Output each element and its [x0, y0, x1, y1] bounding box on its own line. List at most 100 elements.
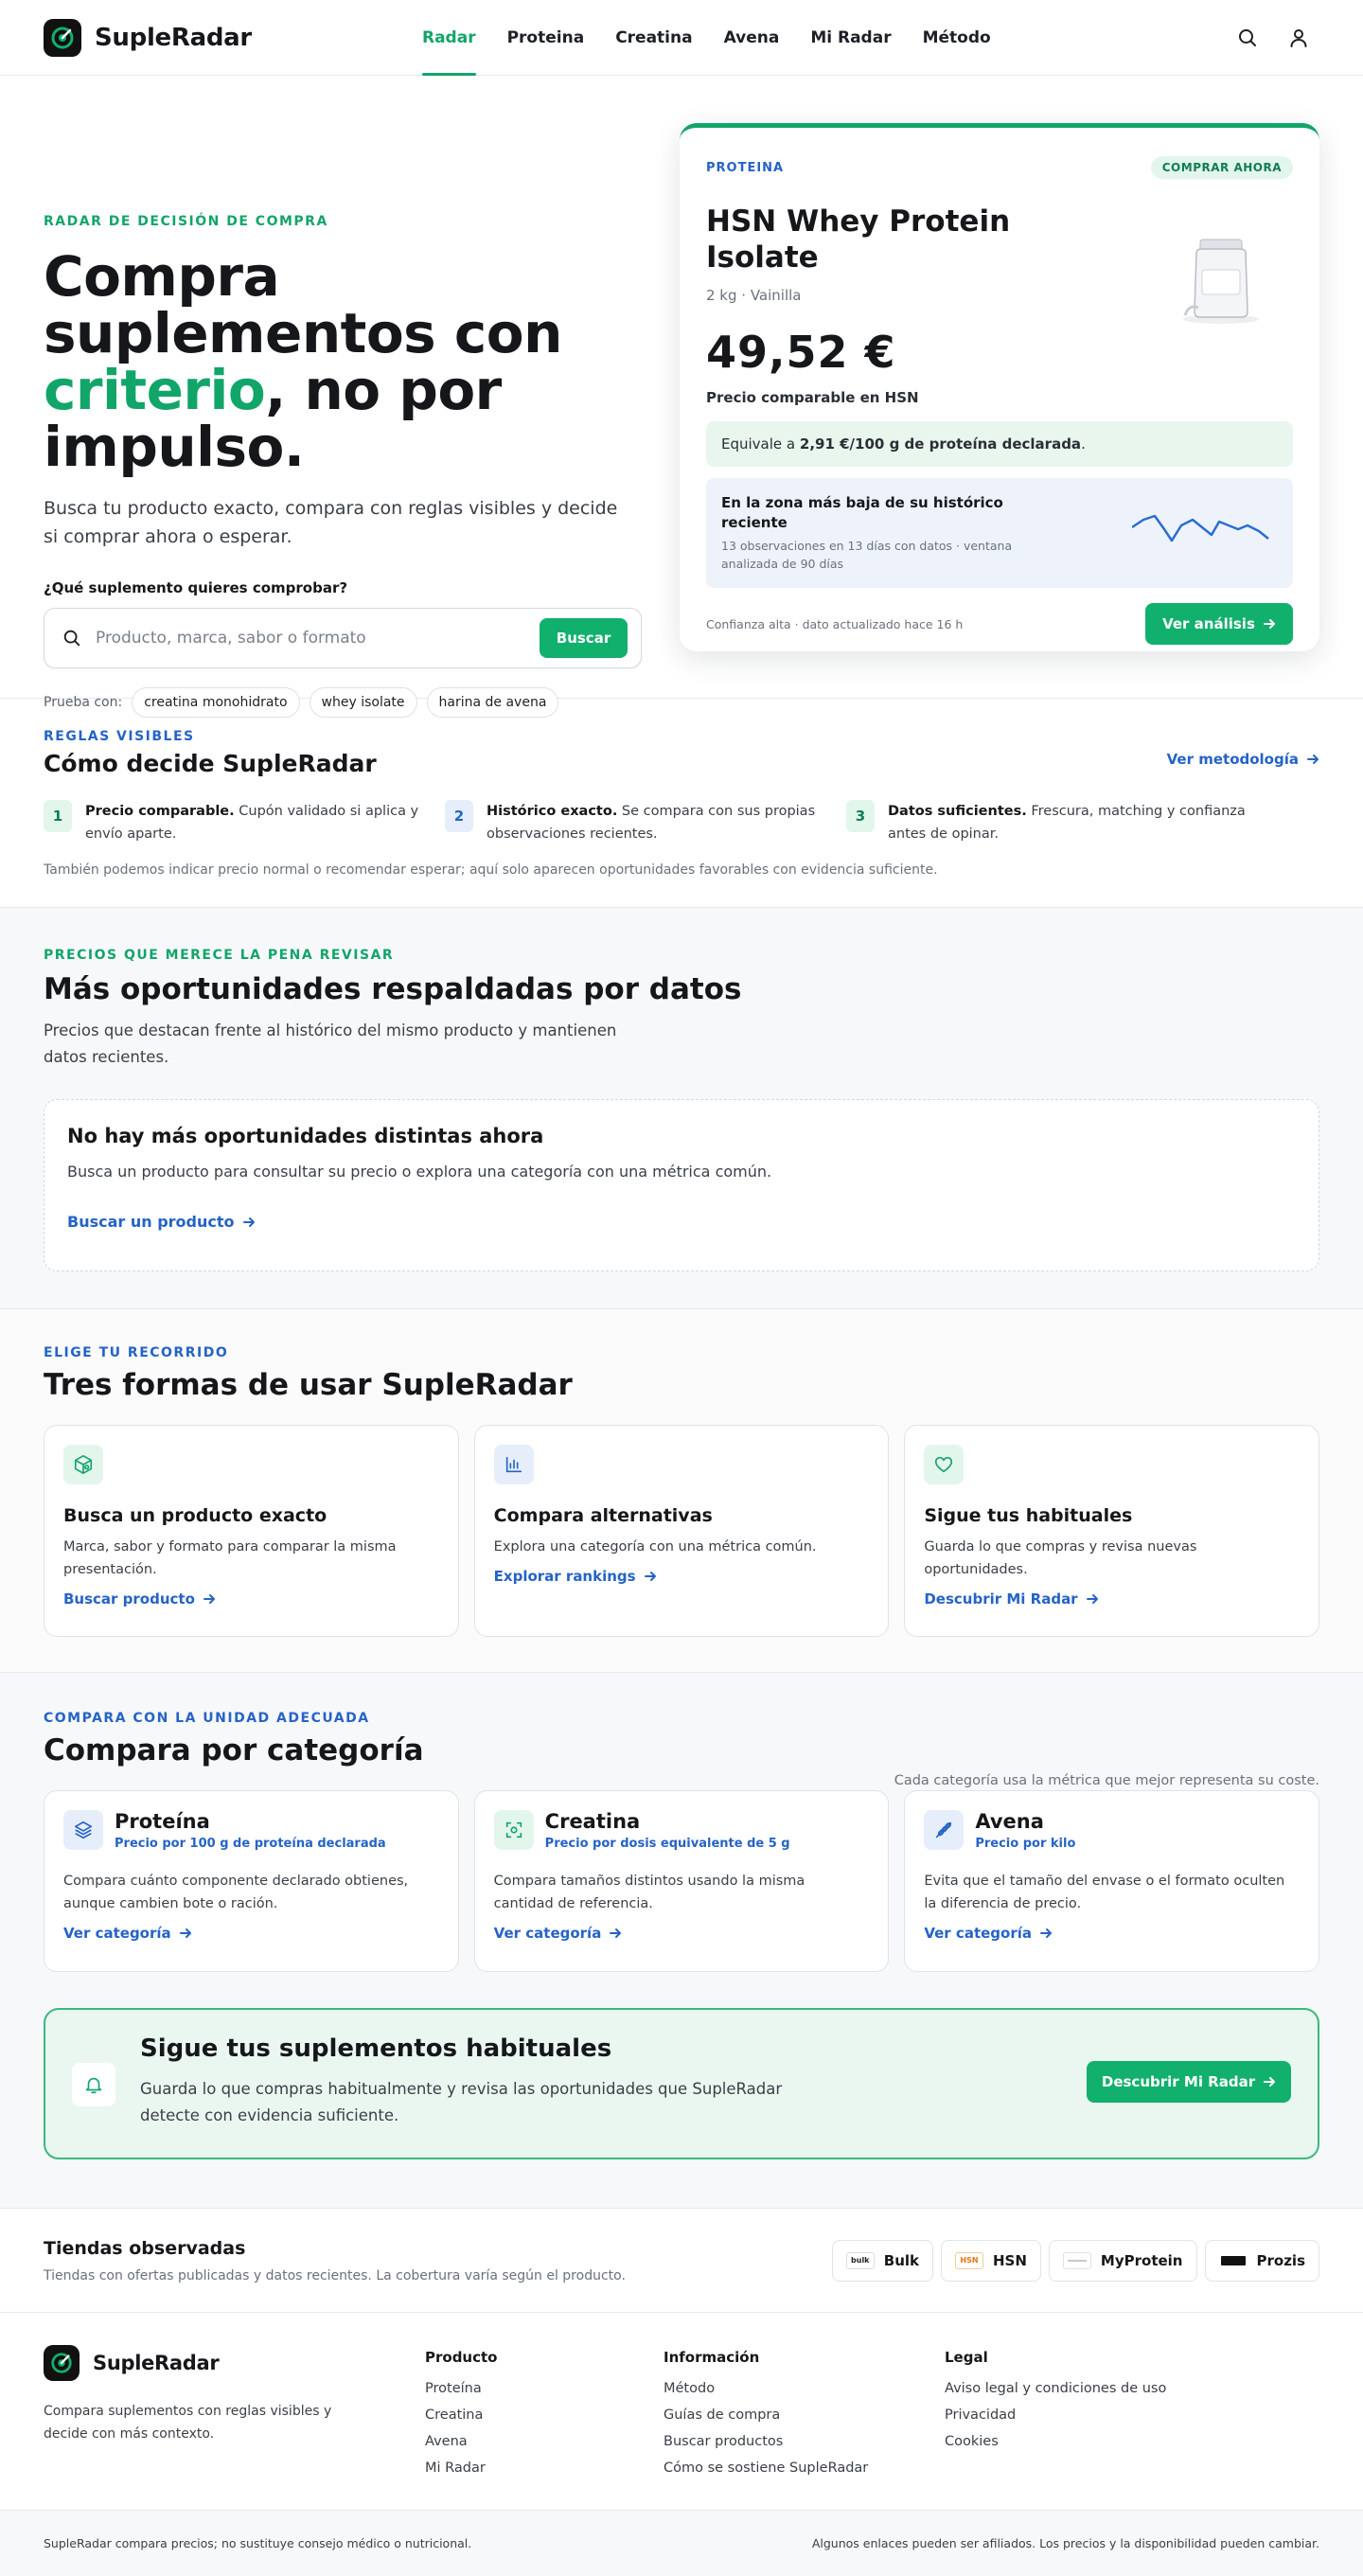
arrow-right-icon [179, 1927, 192, 1940]
arrow-right-icon [644, 1570, 657, 1583]
store-name: Prozis [1256, 2251, 1306, 2269]
nav-radar[interactable]: Radar [422, 0, 476, 76]
footer-link[interactable]: Privacidad [945, 2402, 1166, 2428]
featured-product-card: PROTEINA COMPRAR AHORA HSN Whey Protein … [680, 123, 1319, 651]
cats-eyebrow: COMPARA CON LA UNIDAD ADECUADA [44, 1711, 370, 1726]
category-metric: Precio por dosis equivalente de 5 g [544, 1837, 790, 1851]
empty-text: Busca un producto para consultar su prec… [67, 1163, 772, 1181]
footer-link[interactable]: Avena [425, 2428, 497, 2455]
arrow-right-icon [1263, 2075, 1276, 2088]
store-name: Bulk [883, 2251, 919, 2269]
nav-avena[interactable]: Avena [724, 0, 780, 76]
footer-link[interactable]: Aviso legal y condiciones de uso [945, 2375, 1166, 2402]
hero-title-line4: impulso. [44, 415, 305, 479]
category-text: Compara cuánto componente declarado obti… [63, 1874, 409, 1911]
nav-mi-radar[interactable]: Mi Radar [810, 0, 891, 76]
hero-title: Compra suplementos con criterio, no por … [44, 248, 649, 475]
footer-brand: SupleRadar Compara suplementos con regla… [44, 2345, 346, 2445]
search-button[interactable]: Buscar [540, 618, 628, 658]
footer-link[interactable]: Proteína [425, 2375, 497, 2402]
rules-eyebrow: REGLAS VISIBLES [44, 729, 195, 744]
search-input[interactable] [96, 629, 540, 648]
equivalence-box: Equivale a 2,91 €/100 g de proteína decl… [706, 421, 1293, 467]
rule-text-bold: Histórico exacto. [487, 804, 618, 819]
footer-link[interactable]: Creatina [425, 2402, 497, 2428]
rule-text: Precio comparable. Cupón validado si apl… [85, 800, 445, 845]
rule-text-bold: Datos suficientes. [888, 804, 1027, 819]
history-subtitle: 13 observaciones en 13 días con datos · … [721, 539, 1013, 571]
category-card-avena: Avena Precio por kilo Evita que el tamañ… [904, 1790, 1320, 1972]
view-category-label: Ver categoría [924, 1925, 1032, 1942]
layers-icon [63, 1810, 103, 1850]
way-card: Busca un producto exacto Marca, sabor y … [44, 1425, 459, 1637]
brand-name: SupleRadar [93, 2352, 220, 2374]
hero-title-line1: Compra [44, 244, 280, 309]
methodology-link[interactable]: Ver metodología [1167, 751, 1319, 768]
footer-col-title: Producto [425, 2349, 498, 2366]
logo-link[interactable]: SupleRadar [44, 19, 252, 57]
footer-link[interactable]: Mi Radar [425, 2455, 497, 2481]
equiv-prefix: Equivale a [721, 435, 796, 453]
category-title: Avena [975, 1810, 1044, 1833]
category-card-proteina: Proteína Precio por 100 g de proteína de… [44, 1790, 459, 1972]
hsn-logo: HSN [955, 2251, 983, 2269]
rule-number: 3 [846, 800, 875, 832]
site-header: SupleRadar Radar Proteina Creatina Avena… [0, 0, 1363, 76]
product-name: HSN Whey Protein Isolate [706, 204, 1011, 275]
stores-title: Tiendas observadas [44, 2237, 246, 2259]
search-icon[interactable] [1236, 27, 1259, 49]
arrow-right-icon [1086, 1592, 1099, 1606]
way-card-link-label: Explorar rankings [493, 1568, 636, 1585]
view-category-link[interactable]: Ver categoría [63, 1925, 192, 1942]
nav-proteina[interactable]: Proteina [507, 0, 585, 76]
footer-link[interactable]: Método [664, 2375, 868, 2402]
user-icon[interactable] [1287, 27, 1310, 49]
footer-link[interactable]: Cómo se sostiene SupleRadar [664, 2455, 868, 2481]
product-box-icon [63, 1445, 103, 1484]
footer-link[interactable]: Guías de compra [664, 2402, 868, 2428]
confidence-text: Confianza alta · dato actualizado hace 1… [706, 616, 964, 631]
nav-metodo[interactable]: Método [923, 0, 991, 76]
discover-mi-radar-button[interactable]: Descubrir Mi Radar [1087, 2061, 1291, 2103]
footer-link[interactable]: Cookies [945, 2428, 1166, 2455]
explore-rankings-link[interactable]: Explorar rankings [494, 1568, 657, 1585]
ways-eyebrow: ELIGE TU RECORRIDO [44, 1345, 229, 1360]
product-category: PROTEINA [706, 160, 785, 175]
methodology-link-label: Ver metodología [1166, 751, 1299, 768]
store-name: MyProtein [1100, 2251, 1183, 2269]
search-product-link[interactable]: Buscar un producto [67, 1213, 256, 1231]
rule-number: 1 [44, 800, 72, 832]
category-text: Compara tamaños distintos usando la mism… [493, 1874, 805, 1911]
nav-creatina[interactable]: Creatina [615, 0, 692, 76]
stores-section: Tiendas observadas Tiendas con ofertas p… [0, 2209, 1363, 2313]
hero-section: RADAR DE DECISIÓN DE COMPRA Compra suple… [0, 76, 1363, 718]
view-analysis-button[interactable]: Ver análisis [1145, 603, 1293, 645]
rule-text: Histórico exacto. Se compara con sus pro… [487, 800, 846, 845]
myprotein-logo [1062, 2251, 1091, 2269]
grain-icon [924, 1810, 965, 1850]
rules-list: 1 Precio comparable. Cupón validado si a… [44, 800, 1319, 845]
ways-title: Tres formas de usar SupleRadar [44, 1368, 573, 1402]
arrow-right-icon [609, 1927, 622, 1940]
rule-item: 1 Precio comparable. Cupón validado si a… [44, 800, 445, 845]
way-card: Sigue tus habituales Guarda lo que compr… [904, 1425, 1320, 1637]
view-category-link[interactable]: Ver categoría [494, 1925, 623, 1942]
way-card: Compara alternativas Explora una categor… [473, 1425, 890, 1637]
ways-cards: Busca un producto exacto Marca, sabor y … [44, 1425, 1320, 1637]
footer-link[interactable]: Buscar productos [664, 2428, 868, 2455]
rules-title: Cómo decide SupleRadar [44, 750, 377, 777]
discover-mi-radar-link[interactable]: Descubrir Mi Radar [924, 1590, 1098, 1608]
empty-title: No hay más oportunidades distintas ahora [67, 1125, 544, 1147]
hero-content: RADAR DE DECISIÓN DE COMPRA Compra suple… [44, 214, 649, 718]
footer-description: Compara suplementos con reglas visibles … [44, 2404, 332, 2442]
footer-disclaimer-left: SupleRadar compara precios; no sustituye… [44, 2536, 472, 2550]
category-cards: Proteína Precio por 100 g de proteína de… [44, 1790, 1320, 1972]
arrow-right-icon [1039, 1927, 1053, 1940]
search-product-link[interactable]: Buscar producto [63, 1590, 216, 1608]
view-category-link[interactable]: Ver categoría [924, 1925, 1053, 1942]
hero-search-box: Buscar [44, 608, 642, 668]
radar-logo-icon [44, 19, 81, 57]
way-card-link-label: Descubrir Mi Radar [924, 1590, 1078, 1608]
bar-chart-icon [493, 1445, 534, 1484]
footer-logo-link[interactable]: SupleRadar [44, 2345, 346, 2381]
